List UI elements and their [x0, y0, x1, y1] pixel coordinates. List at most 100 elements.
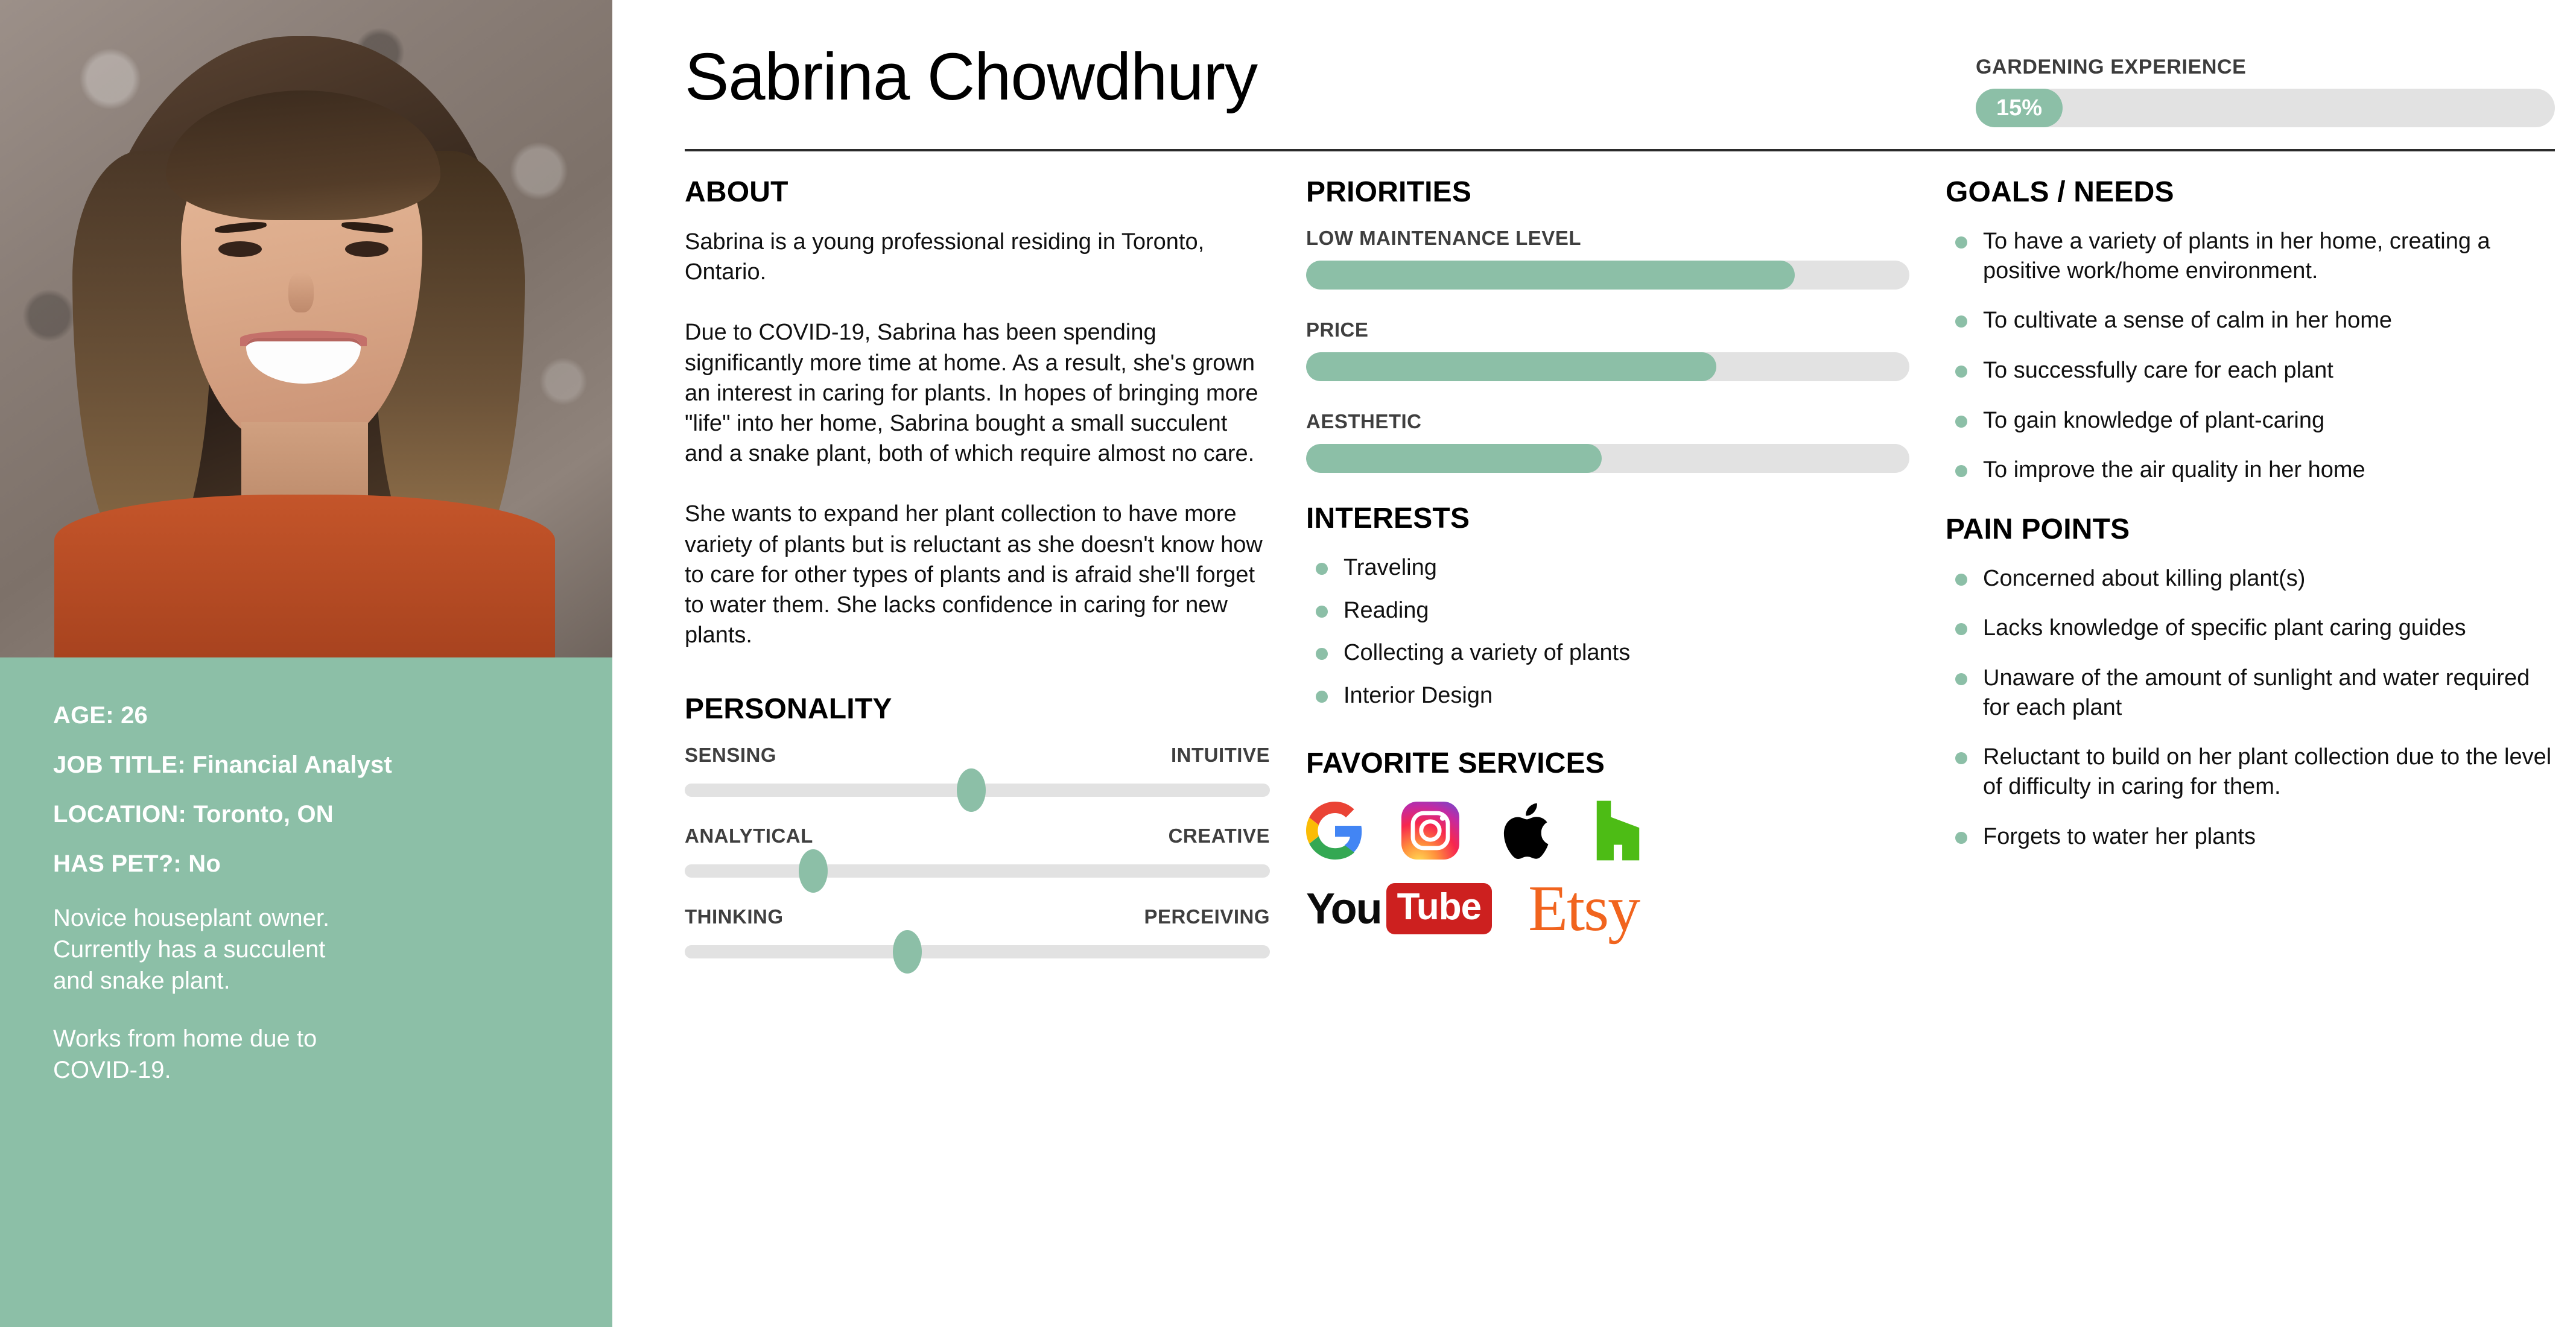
personality-row: ANALYTICAL CREATIVE	[685, 825, 1270, 893]
list-item: Reluctant to build on her plant collecti…	[1946, 743, 2555, 801]
location-label: LOCATION: Toronto, ON	[53, 801, 334, 828]
personality-slider-thumb[interactable]	[957, 768, 986, 812]
services-row-2: You Tube Etsy	[1306, 876, 1909, 942]
age-label: AGE: 26	[53, 702, 148, 729]
priority-bar-fill	[1306, 352, 1716, 381]
list-item: Forgets to water her plants	[1946, 822, 2555, 852]
gardening-experience-label: GARDENING EXPERIENCE	[1976, 55, 2247, 78]
priority-label: AESTHETIC	[1306, 410, 1422, 432]
bio-note-work: Works from home due to COVID-19.	[53, 1025, 317, 1083]
about-heading: ABOUT	[685, 176, 788, 208]
personality-right-label: INTUITIVE	[1170, 744, 1270, 767]
personality-endpoints: ANALYTICAL CREATIVE	[685, 825, 1270, 847]
list-item: Traveling	[1306, 553, 1909, 583]
has-pet-label: HAS PET?: No	[53, 850, 221, 877]
personality-left-label: THINKING	[685, 905, 784, 928]
youtube-tube-badge: Tube	[1386, 883, 1493, 934]
youtube-tube-text: Tube	[1397, 886, 1482, 928]
pain-points-heading: PAIN POINTS	[1946, 513, 2130, 545]
page-title: Sabrina Chowdhury	[685, 40, 1258, 114]
column-about: ABOUT Sabrina is a young professional re…	[685, 176, 1306, 986]
personality-slider-thumb[interactable]	[892, 930, 922, 974]
header-divider	[685, 149, 2555, 151]
personality-endpoints: THINKING PERCEIVING	[685, 905, 1270, 928]
job-title-label: JOB TITLE: Financial Analyst	[53, 752, 392, 778]
eye-left	[218, 241, 262, 257]
about-text: Sabrina is a young professional residing…	[685, 229, 1263, 648]
interests-heading: INTERESTS	[1306, 502, 1470, 534]
header-row: Sabrina Chowdhury GARDENING EXPERIENCE 1…	[685, 0, 2555, 127]
priority-item: PRICE	[1306, 318, 1909, 381]
houzz-logo[interactable]	[1590, 800, 1646, 861]
favorite-services-heading: FAVORITE SERVICES	[1306, 747, 1605, 779]
right-column: Sabrina Chowdhury GARDENING EXPERIENCE 1…	[612, 0, 2576, 1327]
personality-row: THINKING PERCEIVING	[685, 905, 1270, 974]
pain-points-section: PAIN POINTS Concerned about killing plan…	[1946, 513, 2555, 851]
favorite-services-section: FAVORITE SERVICES You Tube Etsy	[1306, 747, 1909, 942]
personality-slider-track	[685, 945, 1270, 959]
youtube-logo[interactable]: You Tube	[1306, 883, 1493, 934]
personality-left-label: SENSING	[685, 744, 777, 767]
priorities-heading: PRIORITIES	[1306, 176, 1472, 208]
goals-heading: GOALS / NEEDS	[1946, 176, 2174, 208]
services-row-1	[1306, 798, 1909, 863]
gardening-experience-track: 15%	[1976, 89, 2555, 127]
list-item: Collecting a variety of plants	[1306, 638, 1909, 668]
personality-right-label: PERCEIVING	[1144, 905, 1270, 928]
list-item: To have a variety of plants in her home,…	[1946, 227, 2555, 285]
priority-item: LOW MAINTENANCE LEVEL	[1306, 227, 1909, 290]
personality-rows: SENSING INTUITIVE ANALYTICAL CREATIVE THINKI…	[685, 744, 1270, 974]
list-item: Unaware of the amount of sunlight and wa…	[1946, 664, 2555, 722]
bio-note-plants: Novice houseplant owner. Currently has a…	[53, 905, 330, 994]
youtube-you-text: You	[1306, 884, 1383, 933]
apple-logo[interactable]	[1497, 798, 1552, 863]
priority-bar-fill	[1306, 261, 1795, 290]
priority-bar-fill	[1306, 444, 1602, 473]
interests-list: Traveling Reading Collecting a variety of …	[1306, 553, 1909, 711]
column-priorities: PRIORITIES LOW MAINTENANCE LEVEL PRICE AES…	[1306, 176, 1946, 986]
eye-right	[345, 241, 389, 257]
pain-points-list: Concerned about killing plant(s) Lacks kn…	[1946, 564, 2555, 851]
priority-label: PRICE	[1306, 318, 1369, 341]
personality-row: SENSING INTUITIVE	[685, 744, 1270, 812]
personality-slider-thumb[interactable]	[799, 849, 828, 893]
personality-endpoints: SENSING INTUITIVE	[685, 744, 1270, 767]
priority-bar-track	[1306, 261, 1909, 290]
list-item: To gain knowledge of plant-caring	[1946, 406, 2555, 435]
nose-shape	[288, 273, 314, 312]
personality-slider[interactable]	[685, 849, 1270, 893]
list-item: To cultivate a sense of calm in her home	[1946, 306, 2555, 335]
priority-label: LOW MAINTENANCE LEVEL	[1306, 227, 1581, 249]
personality-slider[interactable]	[685, 768, 1270, 812]
goals-list: To have a variety of plants in her home,…	[1946, 227, 2555, 485]
gardening-experience-block: GARDENING EXPERIENCE 15%	[1976, 55, 2555, 127]
list-item: To improve the air quality in her home	[1946, 455, 2555, 485]
priority-bars: LOW MAINTENANCE LEVEL PRICE AESTHETIC	[1306, 227, 1909, 473]
list-item: Lacks knowledge of specific plant caring…	[1946, 613, 2555, 643]
shirt-shape	[54, 495, 555, 657]
list-item: Interior Design	[1306, 681, 1909, 711]
instagram-logo[interactable]	[1401, 801, 1459, 860]
list-item: Concerned about killing plant(s)	[1946, 564, 2555, 594]
gardening-experience-fill: 15%	[1976, 89, 2063, 127]
interests-section: INTERESTS Traveling Reading Collecting a v…	[1306, 502, 1909, 711]
priority-item: AESTHETIC	[1306, 410, 1909, 473]
personality-slider-track	[685, 864, 1270, 878]
gardening-experience-value: 15%	[1996, 95, 2043, 121]
personality-slider[interactable]	[685, 930, 1270, 974]
list-item: To successfully care for each plant	[1946, 356, 2555, 385]
etsy-text: Etsy	[1528, 872, 1640, 945]
priority-bar-track	[1306, 444, 1909, 473]
google-logo[interactable]	[1306, 801, 1364, 860]
persona-page: AGE: 26 JOB TITLE: Financial Analyst LOC…	[0, 0, 2576, 1327]
priority-bar-track	[1306, 352, 1909, 381]
personality-section: PERSONALITY SENSING INTUITIVE ANALYTICAL CR…	[685, 692, 1270, 974]
etsy-logo[interactable]: Etsy	[1528, 872, 1640, 945]
column-goals: GOALS / NEEDS To have a variety of plant…	[1946, 176, 2555, 986]
left-column: AGE: 26 JOB TITLE: Financial Analyst LOC…	[0, 0, 612, 1327]
persona-photo	[0, 0, 612, 657]
list-item: Reading	[1306, 596, 1909, 625]
bio-panel: AGE: 26 JOB TITLE: Financial Analyst LOC…	[0, 657, 612, 1327]
personality-heading: PERSONALITY	[685, 693, 892, 726]
personality-right-label: CREATIVE	[1168, 825, 1270, 847]
